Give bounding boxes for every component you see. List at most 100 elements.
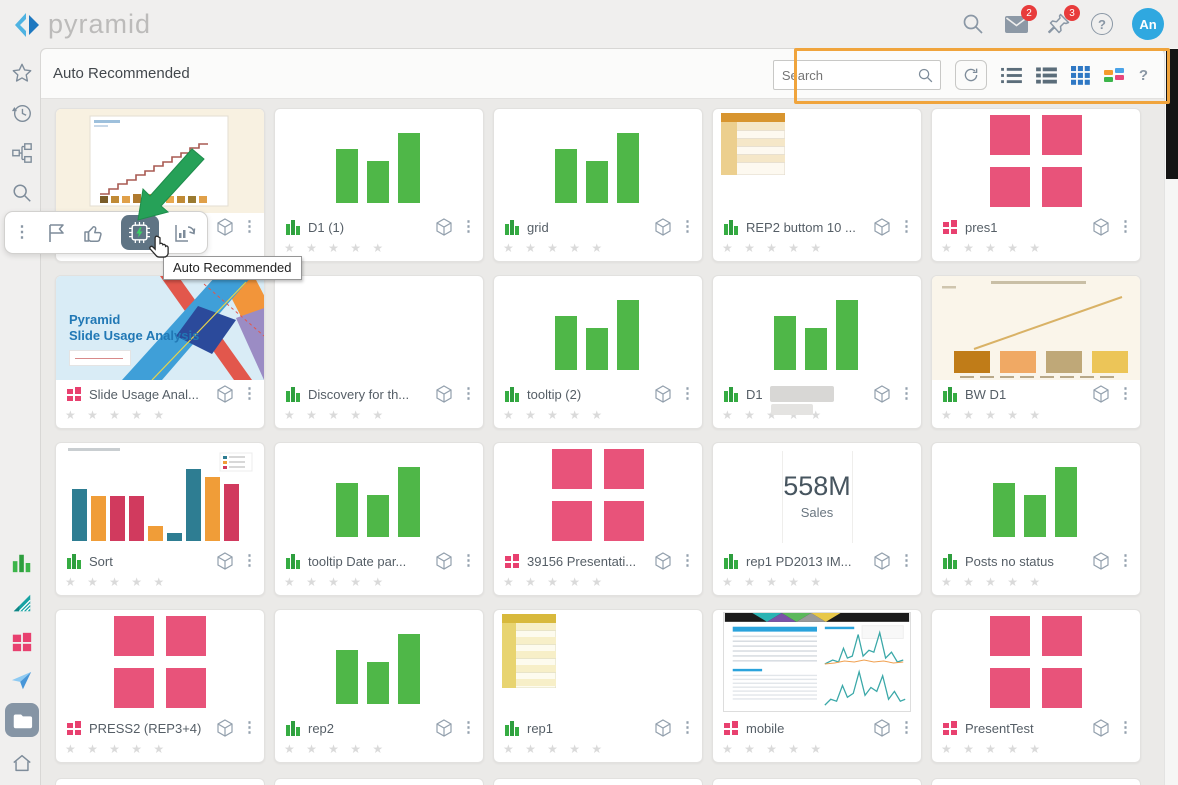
tile-posts-no-status[interactable]: Posts no status⋮ ★ ★ ★ ★ ★ <box>931 442 1141 596</box>
rating-stars[interactable]: ★ ★ ★ ★ ★ <box>713 575 921 593</box>
discover-app-icon[interactable] <box>0 548 44 578</box>
kebab-menu-icon[interactable]: ⋮ <box>899 387 913 401</box>
tile-rep1-pd2013[interactable]: 558M Sales rep1 PD2013 IM...⋮ ★ ★ ★ ★ ★ <box>712 442 922 596</box>
tile-grid-item[interactable]: grid⋮ ★ ★ ★ ★ ★ <box>493 108 703 262</box>
kebab-menu-icon[interactable]: ⋮ <box>680 554 694 568</box>
kebab-menu-icon[interactable]: ⋮ <box>461 721 475 735</box>
cube-icon[interactable] <box>653 551 673 571</box>
tile-presenttest[interactable]: PresentTest⋮ ★ ★ ★ ★ ★ <box>931 609 1141 763</box>
rating-stars[interactable]: ★ ★ ★ ★ ★ <box>932 408 1140 426</box>
rating-stars[interactable]: ★ ★ ★ ★ ★ <box>713 241 921 259</box>
kebab-menu-icon[interactable]: ⋮ <box>461 554 475 568</box>
rating-stars[interactable]: ★ ★ ★ ★ ★ <box>713 408 921 426</box>
tile-d1-redacted[interactable]: D1⋮ ★ ★ ★ ★ ★ <box>712 275 922 429</box>
rating-stars[interactable]: ★ ★ ★ ★ ★ <box>56 408 264 426</box>
kebab-menu-icon[interactable]: ⋮ <box>242 554 256 568</box>
tile-discovery[interactable]: Discovery for th...⋮ ★ ★ ★ ★ ★ <box>274 275 484 429</box>
cube-icon[interactable] <box>434 217 454 237</box>
cube-icon[interactable] <box>215 384 235 404</box>
model-app-icon[interactable] <box>0 588 44 618</box>
tile-rep2[interactable]: rep2⋮ ★ ★ ★ ★ ★ <box>274 609 484 763</box>
rating-stars[interactable]: ★ ★ ★ ★ ★ <box>275 742 483 760</box>
rating-stars[interactable]: ★ ★ ★ ★ ★ <box>932 742 1140 760</box>
cube-icon[interactable] <box>872 217 892 237</box>
auto-recommended-button[interactable] <box>121 215 159 250</box>
kebab-menu-icon[interactable]: ⋮ <box>899 721 913 735</box>
user-avatar[interactable]: An <box>1132 8 1164 40</box>
kebab-menu-icon[interactable]: ⋮ <box>899 554 913 568</box>
more-options-button[interactable]: ⋮ <box>15 226 29 240</box>
content-tree-icon[interactable] <box>0 138 44 168</box>
tile-tooltip-2[interactable]: tooltip (2)⋮ ★ ★ ★ ★ ★ <box>493 275 703 429</box>
cube-icon[interactable] <box>1091 217 1111 237</box>
tile-d1-1[interactable]: D1 (1)⋮ ★ ★ ★ ★ ★ <box>274 108 484 262</box>
cube-icon[interactable] <box>872 384 892 404</box>
help-icon[interactable]: ? <box>1089 11 1115 37</box>
cube-icon[interactable] <box>215 551 235 571</box>
kebab-menu-icon[interactable]: ⋮ <box>242 387 256 401</box>
toolbar-help-icon[interactable]: ? <box>1139 67 1148 84</box>
present-app-icon[interactable] <box>0 627 44 657</box>
tile-pres1[interactable]: pres1⋮ ★ ★ ★ ★ ★ <box>931 108 1141 262</box>
tile-39156[interactable]: 39156 Presentati...⋮ ★ ★ ★ ★ ★ <box>493 442 703 596</box>
cube-icon[interactable] <box>872 718 892 738</box>
cube-icon[interactable] <box>653 718 673 738</box>
tile-press2[interactable]: PRESS2 (REP3+4)⋮ ★ ★ ★ ★ ★ <box>55 609 265 763</box>
cube-icon[interactable] <box>434 551 454 571</box>
cube-icon[interactable] <box>1091 718 1111 738</box>
cube-icon[interactable] <box>653 217 673 237</box>
rating-stars[interactable]: ★ ★ ★ ★ ★ <box>494 241 702 259</box>
kebab-menu-icon[interactable]: ⋮ <box>680 220 694 234</box>
sidebar-search-icon[interactable] <box>0 178 44 208</box>
scrollbar-thumb[interactable] <box>1166 49 1178 179</box>
kebab-menu-icon[interactable]: ⋮ <box>1118 721 1132 735</box>
list-view-button[interactable] <box>1001 67 1022 84</box>
messages-icon[interactable]: 2 <box>1003 11 1029 37</box>
like-button[interactable] <box>82 221 106 245</box>
tile-mobile[interactable]: mobile⋮ ★ ★ ★ ★ ★ <box>712 609 922 763</box>
rating-stars[interactable]: ★ ★ ★ ★ ★ <box>275 241 483 259</box>
home-icon[interactable] <box>0 748 44 778</box>
rating-stars[interactable]: ★ ★ ★ ★ ★ <box>494 408 702 426</box>
cube-icon[interactable] <box>434 718 454 738</box>
search-box[interactable] <box>773 60 941 90</box>
rating-stars[interactable]: ★ ★ ★ ★ ★ <box>932 241 1140 259</box>
favorites-icon[interactable] <box>0 58 44 88</box>
kebab-menu-icon[interactable]: ⋮ <box>461 220 475 234</box>
tile-rep1[interactable]: rep1⋮ ★ ★ ★ ★ ★ <box>493 609 703 763</box>
kebab-menu-icon[interactable]: ⋮ <box>242 721 256 735</box>
cube-icon[interactable] <box>872 551 892 571</box>
rating-stars[interactable]: ★ ★ ★ ★ ★ <box>494 742 702 760</box>
content-manager-icon-active[interactable] <box>5 703 39 737</box>
tile-rep2-buttom[interactable]: REP2 buttom 10 ...⋮ ★ ★ ★ ★ ★ <box>712 108 922 262</box>
rerun-button[interactable] <box>173 221 197 245</box>
cube-icon[interactable] <box>215 718 235 738</box>
tile-sort[interactable]: Sort⋮ ★ ★ ★ ★ ★ <box>55 442 265 596</box>
cube-icon[interactable] <box>215 217 235 237</box>
smart-view-button[interactable] <box>1104 67 1125 83</box>
cube-icon[interactable] <box>653 384 673 404</box>
rating-stars[interactable]: ★ ★ ★ ★ ★ <box>713 742 921 760</box>
kebab-menu-icon[interactable]: ⋮ <box>680 387 694 401</box>
refresh-button[interactable] <box>955 60 987 90</box>
pinned-icon[interactable]: 3 <box>1046 11 1072 37</box>
rating-stars[interactable]: ★ ★ ★ ★ ★ <box>494 575 702 593</box>
rating-stars[interactable]: ★ ★ ★ ★ ★ <box>56 742 264 760</box>
rating-stars[interactable]: ★ ★ ★ ★ ★ <box>56 575 264 593</box>
tile-tooltip-date[interactable]: tooltip Date par...⋮ ★ ★ ★ ★ ★ <box>274 442 484 596</box>
kebab-menu-icon[interactable]: ⋮ <box>899 220 913 234</box>
history-icon[interactable] <box>0 98 44 128</box>
cube-icon[interactable] <box>434 384 454 404</box>
kebab-menu-icon[interactable]: ⋮ <box>1118 387 1132 401</box>
flag-button[interactable] <box>44 221 68 245</box>
grid-view-button-active[interactable] <box>1071 66 1090 85</box>
kebab-menu-icon[interactable]: ⋮ <box>1118 220 1132 234</box>
rating-stars[interactable]: ★ ★ ★ ★ ★ <box>275 575 483 593</box>
kebab-menu-icon[interactable]: ⋮ <box>461 387 475 401</box>
tile-bw-d1[interactable]: BW D1⋮ ★ ★ ★ ★ ★ <box>931 275 1141 429</box>
kebab-menu-icon[interactable]: ⋮ <box>1118 554 1132 568</box>
search-input[interactable] <box>782 68 917 83</box>
rating-stars[interactable]: ★ ★ ★ ★ ★ <box>932 575 1140 593</box>
rating-stars[interactable]: ★ ★ ★ ★ ★ <box>275 408 483 426</box>
cube-icon[interactable] <box>1091 384 1111 404</box>
